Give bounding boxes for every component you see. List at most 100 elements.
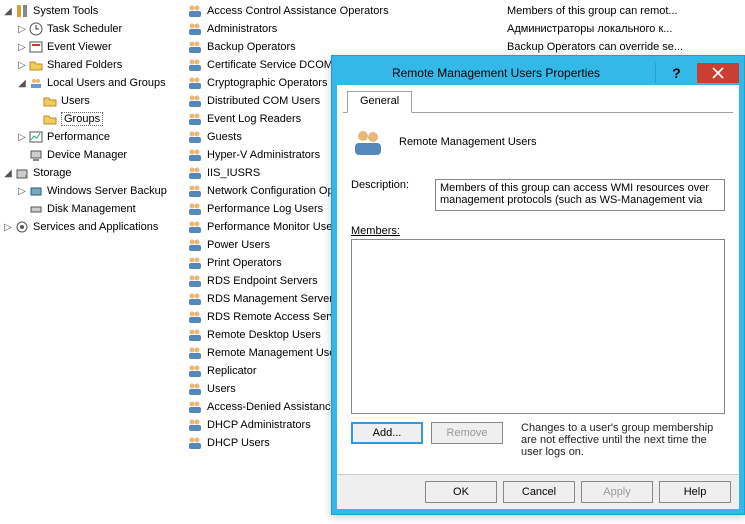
remove-button: Remove xyxy=(431,422,503,444)
folder-icon xyxy=(42,111,58,127)
description-field[interactable]: Members of this group can access WMI res… xyxy=(435,179,725,211)
expander-icon[interactable]: ▷ xyxy=(16,60,28,71)
group-row[interactable]: Backup OperatorsBackup Operators can ove… xyxy=(185,38,745,56)
membership-note: Changes to a user's group membership are… xyxy=(511,422,725,458)
tree-label: Performance xyxy=(47,131,110,143)
cancel-button[interactable]: Cancel xyxy=(503,481,575,503)
group-row[interactable]: Access Control Assistance OperatorsMembe… xyxy=(185,2,745,20)
group-name: Administrators xyxy=(207,23,507,35)
tab-general[interactable]: General xyxy=(347,91,412,113)
members-listbox[interactable] xyxy=(351,239,725,414)
group-icon xyxy=(187,57,203,73)
folder-icon xyxy=(42,93,58,109)
expander-icon[interactable]: ◢ xyxy=(2,168,14,179)
group-name: Remote Management Users xyxy=(399,136,537,148)
tab-strip: General xyxy=(343,91,733,113)
group-icon xyxy=(187,165,203,181)
expander-icon[interactable]: ▷ xyxy=(16,132,28,143)
expander-icon[interactable]: ▷ xyxy=(16,42,28,53)
dialog-footer: OK Cancel Apply Help xyxy=(337,474,739,509)
tree-task-scheduler[interactable]: ▷ Task Scheduler xyxy=(0,20,185,38)
group-icon xyxy=(187,183,203,199)
apply-button: Apply xyxy=(581,481,653,503)
tree-shared-folders[interactable]: ▷ Shared Folders xyxy=(0,56,185,74)
group-icon xyxy=(187,417,203,433)
storage-icon xyxy=(14,165,30,181)
group-icon xyxy=(187,75,203,91)
group-icon xyxy=(187,39,203,55)
disk-icon xyxy=(28,201,44,217)
backup-icon xyxy=(28,183,44,199)
expander-icon[interactable]: ▷ xyxy=(2,222,14,233)
group-icon xyxy=(187,3,203,19)
close-icon xyxy=(712,67,724,79)
tree-label: Disk Management xyxy=(47,203,136,215)
group-icon xyxy=(187,201,203,217)
group-icon xyxy=(351,125,385,159)
device-icon xyxy=(28,147,44,163)
tree-label: Task Scheduler xyxy=(47,23,122,35)
tree-label: Device Manager xyxy=(47,149,127,161)
group-icon xyxy=(187,399,203,415)
group-row[interactable]: AdministratorsАдминистраторы локального … xyxy=(185,20,745,38)
tree-disk-management[interactable]: Disk Management xyxy=(0,200,185,218)
close-button[interactable] xyxy=(697,63,739,83)
members-label: Members: xyxy=(343,215,733,239)
tree-label: Storage xyxy=(33,167,72,179)
group-icon xyxy=(187,345,203,361)
group-icon xyxy=(187,435,203,451)
tree-label: Users xyxy=(61,95,90,107)
group-icon xyxy=(187,255,203,271)
users-groups-icon xyxy=(28,75,44,91)
group-icon xyxy=(187,147,203,163)
tree-label: Event Viewer xyxy=(47,41,112,53)
tree-label: Windows Server Backup xyxy=(47,185,167,197)
group-desc: Members of this group can remot... xyxy=(507,5,743,17)
group-icon xyxy=(187,327,203,343)
group-icon xyxy=(187,219,203,235)
tree-label: Groups xyxy=(61,112,103,126)
group-icon xyxy=(187,381,203,397)
tree-performance[interactable]: ▷ Performance xyxy=(0,128,185,146)
performance-icon xyxy=(28,129,44,145)
tree-label: Services and Applications xyxy=(33,221,158,233)
group-name: Backup Operators xyxy=(207,41,507,53)
tree-device-manager[interactable]: Device Manager xyxy=(0,146,185,164)
tree-label: Local Users and Groups xyxy=(47,77,166,89)
group-icon xyxy=(187,291,203,307)
clock-icon xyxy=(28,21,44,37)
expander-icon[interactable]: ▷ xyxy=(16,24,28,35)
tree-storage[interactable]: ◢ Storage xyxy=(0,164,185,182)
group-icon xyxy=(187,129,203,145)
services-icon xyxy=(14,219,30,235)
tree-services-apps[interactable]: ▷ Services and Applications xyxy=(0,218,185,236)
expander-icon[interactable]: ◢ xyxy=(16,78,28,89)
tree-local-users-groups[interactable]: ◢ Local Users and Groups xyxy=(0,74,185,92)
tree-panel: ◢ System Tools ▷ Task Scheduler ▷ Event … xyxy=(0,0,185,524)
tree-event-viewer[interactable]: ▷ Event Viewer xyxy=(0,38,185,56)
help-button-footer[interactable]: Help xyxy=(659,481,731,503)
properties-dialog: Remote Management Users Properties ? Gen… xyxy=(331,55,745,515)
group-icon xyxy=(187,237,203,253)
tree-label: Shared Folders xyxy=(47,59,122,71)
help-button[interactable]: ? xyxy=(655,63,697,83)
add-button[interactable]: Add... xyxy=(351,422,423,444)
tree-system-tools[interactable]: ◢ System Tools xyxy=(0,2,185,20)
event-icon xyxy=(28,39,44,55)
group-icon xyxy=(187,93,203,109)
group-name: Access Control Assistance Operators xyxy=(207,5,507,17)
expander-icon[interactable]: ◢ xyxy=(2,6,14,17)
ok-button[interactable]: OK xyxy=(425,481,497,503)
shared-folder-icon xyxy=(28,57,44,73)
group-icon xyxy=(187,111,203,127)
tree-windows-server-backup[interactable]: ▷ Windows Server Backup xyxy=(0,182,185,200)
expander-icon[interactable]: ▷ xyxy=(16,186,28,197)
group-icon xyxy=(187,363,203,379)
dialog-titlebar: Remote Management Users Properties ? xyxy=(337,61,739,85)
dialog-title: Remote Management Users Properties xyxy=(337,66,655,80)
group-icon xyxy=(187,309,203,325)
group-icon xyxy=(187,21,203,37)
tree-groups[interactable]: Groups xyxy=(0,110,185,128)
tree-users[interactable]: Users xyxy=(0,92,185,110)
group-desc: Администраторы локального к... xyxy=(507,23,743,35)
